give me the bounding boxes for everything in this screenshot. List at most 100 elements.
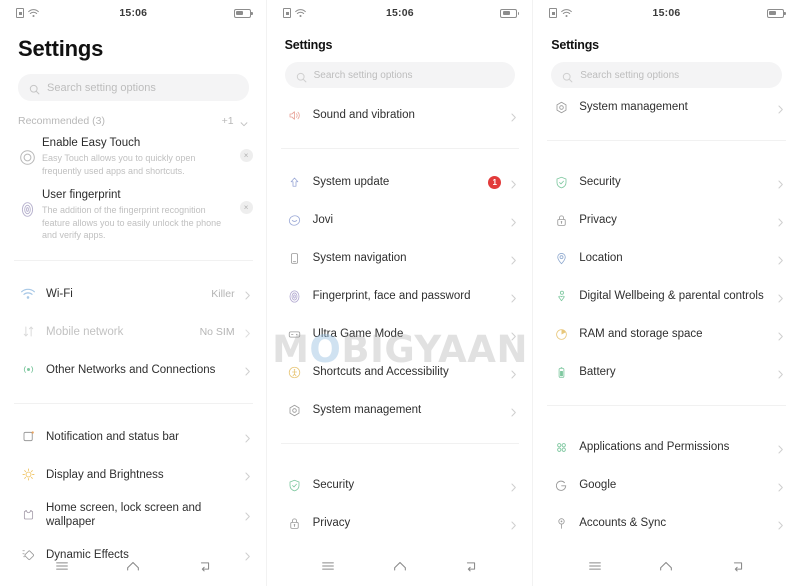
chevron-right-icon — [242, 326, 253, 338]
menu-icon[interactable] — [53, 558, 70, 575]
status-bar: 15:06 — [267, 0, 534, 26]
chevron-right-icon — [775, 442, 786, 453]
list-item-value: No SIM — [199, 325, 235, 338]
list-item-label: Shortcuts and Accessibility — [312, 366, 449, 378]
status-badge: 1 — [488, 175, 502, 189]
search-icon — [562, 70, 573, 82]
navigation-bar — [267, 546, 534, 586]
list-item-applications-permissions[interactable]: Applications and Permissions — [533, 428, 800, 466]
list-item-label: Location — [579, 252, 623, 264]
list-item-label: Privacy — [312, 517, 351, 529]
chevron-right-icon — [775, 215, 786, 226]
settings-screen-1: 15:06 Settings Search setting options Re… — [0, 0, 267, 586]
list-item-label: Home screen, lock screen and wallpaper — [46, 501, 202, 528]
search-input[interactable]: Search setting options — [284, 62, 516, 88]
list-item-other-networks[interactable]: Other Networks and Connections — [0, 351, 267, 389]
back-icon[interactable] — [730, 558, 747, 575]
chevron-down-icon[interactable] — [239, 116, 249, 127]
home-icon[interactable] — [658, 558, 675, 575]
list-item-label: Security — [579, 176, 621, 188]
close-icon[interactable]: × — [239, 201, 253, 214]
chevron-right-icon — [508, 405, 519, 416]
recommendation-item[interactable]: User fingerprint The addition of the fin… — [0, 181, 267, 246]
list-item-wallpaper[interactable]: Home screen, lock screen and wallpaper — [0, 494, 267, 536]
close-icon[interactable]: × — [239, 149, 253, 162]
security-icon — [281, 478, 309, 493]
navigation-bar — [533, 546, 800, 586]
chevron-right-icon — [508, 480, 519, 491]
list-item-google[interactable]: Google — [533, 466, 800, 504]
list-item-system-management[interactable]: System management — [533, 88, 800, 126]
list-item-notification-bar[interactable]: Notification and status bar — [0, 418, 267, 456]
list-item-system-navigation[interactable]: System navigation — [267, 239, 534, 277]
search-input[interactable]: Search setting options — [551, 62, 782, 88]
recommendation-desc: Easy Touch allows you to quickly open fr… — [42, 153, 196, 176]
list-item-label: Privacy — [579, 214, 617, 226]
home-icon[interactable] — [391, 558, 408, 575]
list-item-fingerprint-face-password[interactable]: Fingerprint, face and password — [267, 277, 534, 315]
list-item-label: Fingerprint, face and password — [312, 290, 471, 302]
list-item-ultra-game-mode[interactable]: Ultra Game Mode — [267, 315, 534, 353]
accounts-sync-icon — [547, 516, 575, 531]
home-icon[interactable] — [125, 558, 142, 575]
status-bar-clock: 15:06 — [119, 7, 148, 19]
menu-icon[interactable] — [586, 558, 603, 575]
recommendation-title: User fingerprint — [42, 189, 121, 201]
back-icon[interactable] — [196, 558, 213, 575]
security-icon — [547, 175, 575, 190]
list-item-system-management[interactable]: System management — [267, 391, 534, 429]
other-networks-icon — [14, 362, 42, 377]
list-item-digital-wellbeing[interactable]: Digital Wellbeing & parental controls — [533, 277, 800, 315]
list-item-mobile-network[interactable]: Mobile network No SIM — [0, 313, 267, 351]
list-item-privacy[interactable]: Privacy — [267, 504, 534, 542]
search-icon — [296, 70, 307, 82]
system-navigation-icon — [281, 251, 309, 266]
mobile-network-icon — [14, 324, 42, 339]
chevron-right-icon — [508, 177, 519, 188]
settings-screen-2: 15:06 Settings Search setting options So… — [266, 0, 534, 586]
chevron-right-icon — [775, 102, 786, 113]
list-item-label: Security — [312, 479, 355, 491]
list-item-label: Digital Wellbeing & parental controls — [579, 290, 764, 302]
list-item-shortcuts-accessibility[interactable]: Shortcuts and Accessibility — [267, 353, 534, 391]
recommendation-item[interactable]: Enable Easy Touch Easy Touch allows you … — [0, 129, 267, 181]
list-item-system-update[interactable]: System update 1 — [267, 163, 534, 201]
status-bar-right-icons — [766, 8, 786, 18]
list-item-security[interactable]: Security — [533, 163, 800, 201]
list-item-label: System management — [312, 404, 422, 416]
list-item-location[interactable]: Location — [533, 239, 800, 277]
brightness-icon — [14, 467, 42, 482]
page-title: Settings — [284, 38, 333, 52]
search-input[interactable]: Search setting options — [18, 74, 249, 101]
chevron-right-icon — [775, 253, 786, 264]
list-item-jovi[interactable]: Jovi — [267, 201, 534, 239]
applications-icon — [547, 440, 575, 455]
list-item-privacy[interactable]: Privacy — [533, 201, 800, 239]
digital-wellbeing-icon — [547, 289, 575, 304]
list-item-label: Wi-Fi — [46, 287, 73, 300]
chevron-right-icon — [775, 367, 786, 378]
back-icon[interactable] — [463, 558, 480, 575]
chevron-right-icon — [775, 291, 786, 302]
chevron-right-icon — [508, 253, 519, 264]
page-title: Settings — [551, 38, 599, 52]
list-item-wifi[interactable]: Wi-Fi Killer — [0, 275, 267, 313]
list-item-battery[interactable]: Battery — [533, 353, 800, 391]
status-bar-right-icons — [500, 8, 520, 18]
privacy-icon — [281, 516, 309, 531]
list-item-sound-vibration[interactable]: Sound and vibration — [267, 96, 534, 134]
system-update-icon — [281, 175, 309, 190]
list-item-label: Mobile network — [46, 325, 124, 338]
chevron-right-icon — [508, 110, 519, 121]
chevron-right-icon — [242, 469, 253, 481]
list-item-display-brightness[interactable]: Display and Brightness — [0, 456, 267, 494]
list-item-security[interactable]: Security — [267, 466, 534, 504]
game-mode-icon — [281, 327, 309, 342]
list-item-ram-storage[interactable]: RAM and storage space — [533, 315, 800, 353]
status-bar-right-icons — [233, 8, 253, 18]
battery-icon — [766, 8, 786, 18]
list-item-accounts-sync[interactable]: Accounts & Sync — [533, 504, 800, 542]
menu-icon[interactable] — [320, 558, 337, 575]
chevron-right-icon — [775, 518, 786, 529]
system-management-icon — [547, 100, 575, 115]
